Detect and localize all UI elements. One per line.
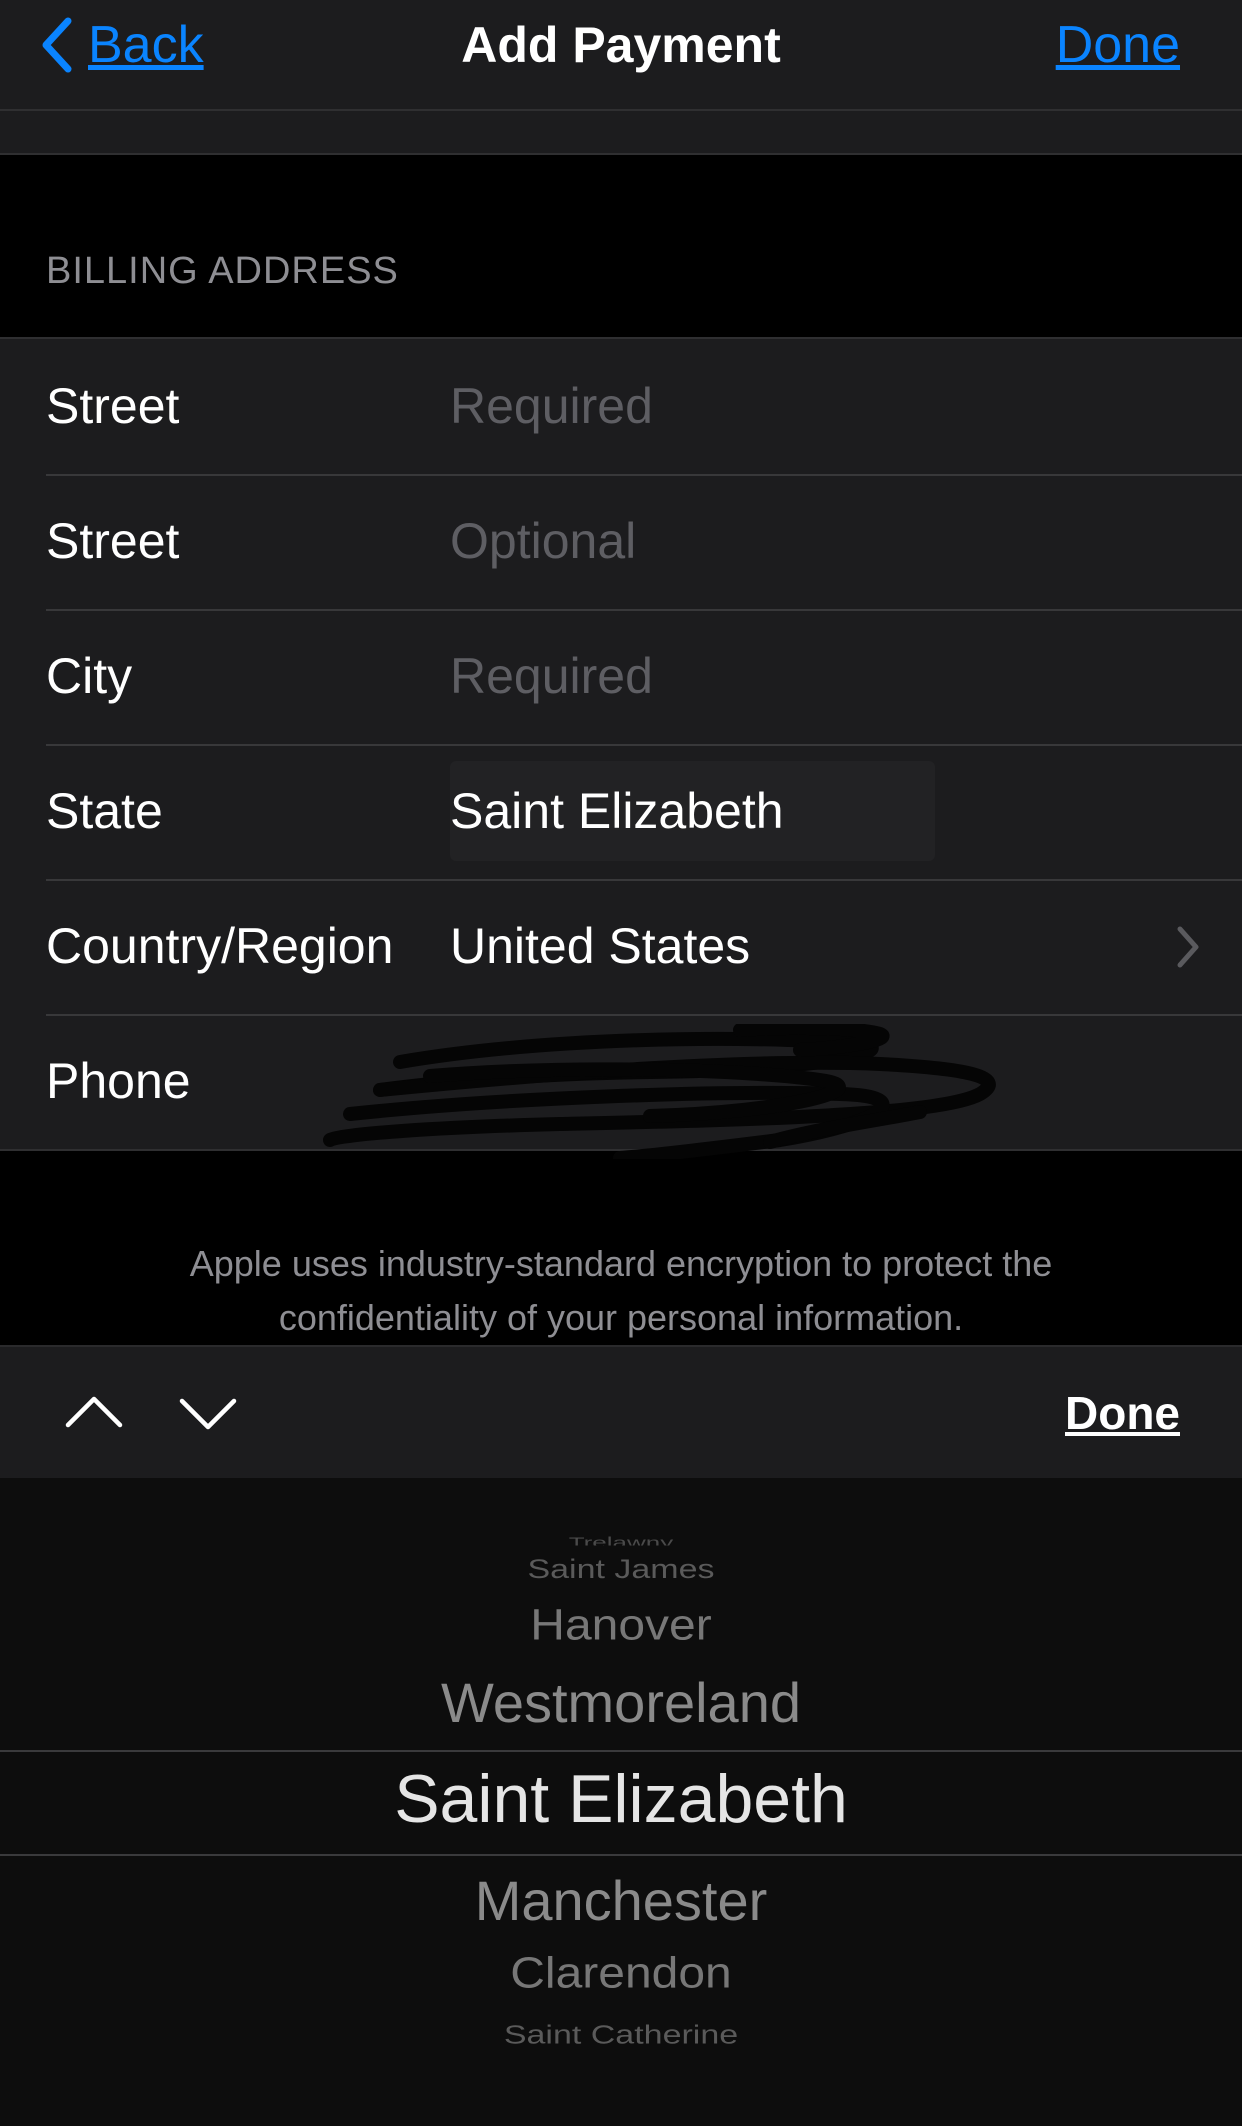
picker-item-selected[interactable]: Saint Elizabeth [0,1760,1242,1838]
chevron-right-icon [1177,926,1199,968]
street-label: Street [46,378,180,434]
picker-item[interactable]: Clarendon [0,1949,1242,1999]
street-input[interactable] [450,339,1150,474]
picker-item[interactable]: Trelawny [0,1535,1242,1546]
picker-item[interactable]: Saint James [0,1554,1242,1585]
section-header-billing-address: BILLING ADDRESS [46,250,399,292]
chevron-up-icon[interactable] [62,1381,126,1445]
navigation-bar: Back Add Payment Done [0,0,1242,111]
street-2-input[interactable] [450,474,1150,609]
state-field[interactable]: Saint Elizabeth [450,761,935,861]
chevron-down-icon[interactable] [176,1381,240,1445]
country-region-label: Country/Region [46,918,394,974]
city-row: City [0,609,1242,744]
billing-address-form: Street Street City State Saint Elizabeth… [0,337,1242,1159]
previous-section-bottom [0,111,1242,155]
street-2-label: Street [46,513,180,569]
city-input[interactable] [450,609,1150,744]
phone-label: Phone [46,1053,191,1109]
picker-item[interactable]: Saint Catherine [0,2021,1242,2050]
redaction-scribble [323,1024,996,1159]
phone-row: Phone [0,1014,1242,1159]
picker-item[interactable]: Westmoreland [0,1670,1242,1735]
country-region-value[interactable]: United States [450,879,1150,1014]
state-label: State [46,783,163,839]
street-row: Street [0,339,1242,474]
done-button[interactable]: Done [1056,10,1180,80]
toolbar-done-button[interactable]: Done [1065,1347,1180,1480]
picker-item[interactable]: Hanover [0,1601,1242,1651]
keyboard-accessory-toolbar: Done [0,1345,1242,1480]
picker-item[interactable]: Manchester [0,1868,1242,1933]
city-label: City [46,648,133,704]
state-row: State Saint Elizabeth [0,744,1242,879]
street-2-row: Street [0,474,1242,609]
encryption-note: Apple uses industry-standard encryption … [189,1243,1053,1338]
state-picker[interactable]: Trelawny Saint James Hanover Westmorelan… [0,1478,1242,2126]
country-region-row[interactable]: Country/Region United States [0,879,1242,1014]
